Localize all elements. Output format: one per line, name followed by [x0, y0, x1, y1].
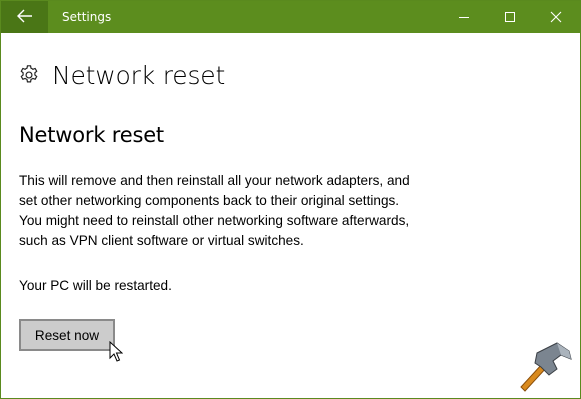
- section-description: This will remove and then reinstall all …: [19, 171, 469, 251]
- restart-note: Your PC will be restarted.: [19, 278, 172, 293]
- description-line: such as VPN client software or virtual s…: [19, 233, 304, 248]
- description-line: This will remove and then reinstall all …: [19, 173, 410, 188]
- maximize-icon: [504, 8, 516, 27]
- title-bar: Settings: [1, 1, 580, 33]
- page-header: Network reset: [18, 57, 225, 93]
- description-line: set other networking components back to …: [19, 193, 400, 208]
- section-title: Network reset: [19, 123, 164, 147]
- back-arrow-icon: [16, 8, 33, 27]
- maximize-button[interactable]: [487, 1, 533, 33]
- reset-now-button[interactable]: Reset now: [19, 319, 115, 351]
- mouse-pointer-icon: [109, 340, 124, 363]
- close-button[interactable]: [533, 1, 579, 33]
- back-button[interactable]: [1, 1, 48, 33]
- minimize-button[interactable]: [441, 1, 487, 33]
- minimize-icon: [458, 8, 470, 27]
- close-icon: [550, 8, 562, 27]
- window-title: Settings: [62, 10, 112, 24]
- settings-window: Settings Network reset Network reset Thi…: [0, 0, 581, 399]
- gear-icon: [18, 64, 40, 86]
- hammer-logo-icon: [513, 339, 575, 393]
- description-line: You might need to reinstall other networ…: [19, 213, 410, 228]
- page-title: Network reset: [52, 60, 226, 90]
